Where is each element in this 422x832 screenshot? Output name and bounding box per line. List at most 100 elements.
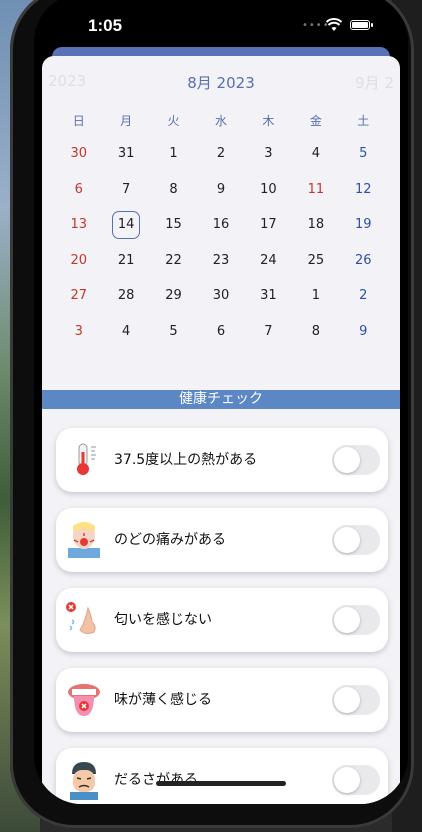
calendar-day-number: 26 — [355, 252, 372, 268]
health-check-toggle[interactable] — [332, 765, 380, 795]
calendar-day[interactable]: 9 — [340, 314, 387, 350]
calendar-day[interactable]: 15 — [150, 207, 197, 243]
toggle-knob — [334, 527, 360, 553]
weekday-row: 日月火水木金土 — [55, 112, 387, 130]
calendar-day[interactable]: 29 — [150, 278, 197, 314]
calendar-day[interactable]: 2 — [197, 136, 244, 172]
calendar-day-number: 31 — [117, 146, 135, 162]
calendar-day[interactable]: 13 — [55, 207, 102, 243]
calendar-day[interactable]: 16 — [197, 207, 244, 243]
calendar-day-number: 18 — [307, 217, 325, 233]
calendar-day[interactable]: 1 — [150, 136, 197, 172]
health-check-toggle[interactable] — [332, 685, 380, 715]
weekday-label: 月 — [120, 114, 133, 128]
tongue-icon — [64, 680, 104, 720]
next-month-label[interactable]: 9月 2 — [355, 72, 394, 93]
calendar-day[interactable]: 26 — [340, 243, 387, 279]
calendar-day[interactable]: 19 — [340, 207, 387, 243]
calendar-day[interactable]: 6 — [55, 172, 102, 208]
calendar-day-number: 8 — [169, 181, 178, 197]
calendar-day-number: 22 — [165, 252, 182, 268]
calendar-day[interactable]: 21 — [102, 243, 149, 279]
phone-screen: 1:05 •••• 2023 8月 2023 9月 2 日月火水木金土 30 31… — [34, 0, 408, 804]
calendar-day-number: 17 — [260, 217, 277, 233]
calendar-day[interactable]: 31 — [102, 136, 149, 172]
calendar-day[interactable]: 11 — [292, 172, 339, 208]
calendar-day[interactable]: 14 — [102, 207, 149, 243]
calendar-day-number: 7 — [121, 181, 131, 197]
calendar-day[interactable]: 8 — [150, 172, 197, 208]
sore-throat-icon — [64, 520, 104, 560]
calendar-day-number: 14 — [112, 210, 141, 239]
calendar-day[interactable]: 4 — [102, 314, 149, 350]
calendar-day-number: 20 — [70, 252, 87, 268]
calendar-day-number: 23 — [212, 252, 230, 268]
health-check-label: 味が薄く感じる — [114, 692, 212, 708]
calendar-header: 2023 8月 2023 9月 2 — [42, 72, 400, 94]
calendar-day[interactable]: 5 — [340, 136, 387, 172]
calendar-day-number: 31 — [260, 288, 277, 304]
weekday-label: 金 — [309, 114, 322, 128]
calendar-day-number: 6 — [74, 181, 83, 197]
calendar-day[interactable]: 30 — [197, 278, 244, 314]
health-check-label: 匂いを感じない — [114, 612, 212, 628]
calendar-day-number: 24 — [260, 252, 277, 268]
health-check-label: のどの痛みがある — [114, 532, 226, 548]
calendar-day[interactable]: 7 — [245, 314, 292, 350]
calendar-day[interactable]: 18 — [292, 207, 339, 243]
wifi-icon — [326, 18, 342, 31]
calendar-day-number: 30 — [70, 146, 87, 162]
calendar-day[interactable]: 3 — [245, 136, 292, 172]
home-indicator[interactable] — [156, 781, 286, 786]
calendar-day[interactable]: 23 — [197, 243, 244, 279]
calendar-day-number: 9 — [359, 323, 368, 339]
nose-icon — [64, 600, 104, 640]
calendar-day-number: 1 — [169, 146, 178, 162]
calendar-day-number: 13 — [70, 217, 87, 233]
calendar-day-number: 1 — [311, 288, 320, 304]
calendar-day[interactable]: 12 — [340, 172, 387, 208]
weekday-label: 日 — [72, 114, 85, 128]
calendar-day-number: 19 — [355, 217, 372, 233]
calendar-day-number: 4 — [311, 146, 320, 162]
calendar-day[interactable]: 17 — [245, 207, 292, 243]
toggle-knob — [334, 447, 360, 473]
calendar-day[interactable]: 10 — [245, 172, 292, 208]
current-month-label: 8月 2023 — [187, 74, 255, 92]
calendar-day[interactable]: 20 — [55, 243, 102, 279]
calendar-day-number: 8 — [311, 323, 320, 339]
calendar-day[interactable]: 8 — [292, 314, 339, 350]
health-check-item: 匂いを感じない — [56, 588, 388, 652]
calendar-day[interactable]: 25 — [292, 243, 339, 279]
health-check-toggle[interactable] — [332, 445, 380, 475]
calendar-day[interactable]: 4 — [292, 136, 339, 172]
calendar-day[interactable]: 22 — [150, 243, 197, 279]
health-check-toggle[interactable] — [332, 605, 380, 635]
calendar-day-number: 11 — [307, 181, 325, 197]
calendar-day[interactable]: 5 — [150, 314, 197, 350]
calendar-day-number: 28 — [117, 288, 135, 304]
calendar-day[interactable]: 2 — [340, 278, 387, 314]
weekday-label: 土 — [357, 114, 370, 128]
calendar-day-number: 12 — [355, 181, 372, 197]
toggle-knob — [334, 687, 360, 713]
calendar-day-number: 2 — [216, 146, 226, 162]
calendar-day-number: 7 — [264, 323, 273, 339]
calendar-day[interactable]: 24 — [245, 243, 292, 279]
calendar-day-number: 21 — [117, 252, 135, 268]
calendar-day[interactable]: 31 — [245, 278, 292, 314]
calendar-day[interactable]: 27 — [55, 278, 102, 314]
health-check-toggle[interactable] — [332, 525, 380, 555]
health-check-label: 37.5度以上の熱がある — [114, 452, 258, 468]
calendar-day[interactable]: 1 — [292, 278, 339, 314]
calendar-day[interactable]: 7 — [102, 172, 149, 208]
calendar-day[interactable]: 3 — [55, 314, 102, 350]
calendar-day[interactable]: 6 — [197, 314, 244, 350]
calendar-day[interactable]: 9 — [197, 172, 244, 208]
health-check-list: 37.5度以上の熱がある のどの痛みがある 匂いを感じない 味が薄く感じる だるさがある — [56, 428, 388, 804]
calendar-day[interactable]: 28 — [102, 278, 149, 314]
thermometer-icon — [64, 440, 104, 480]
battery-icon — [350, 20, 373, 30]
calendar-day[interactable]: 30 — [55, 136, 102, 172]
status-time: 1:05 — [88, 16, 123, 35]
